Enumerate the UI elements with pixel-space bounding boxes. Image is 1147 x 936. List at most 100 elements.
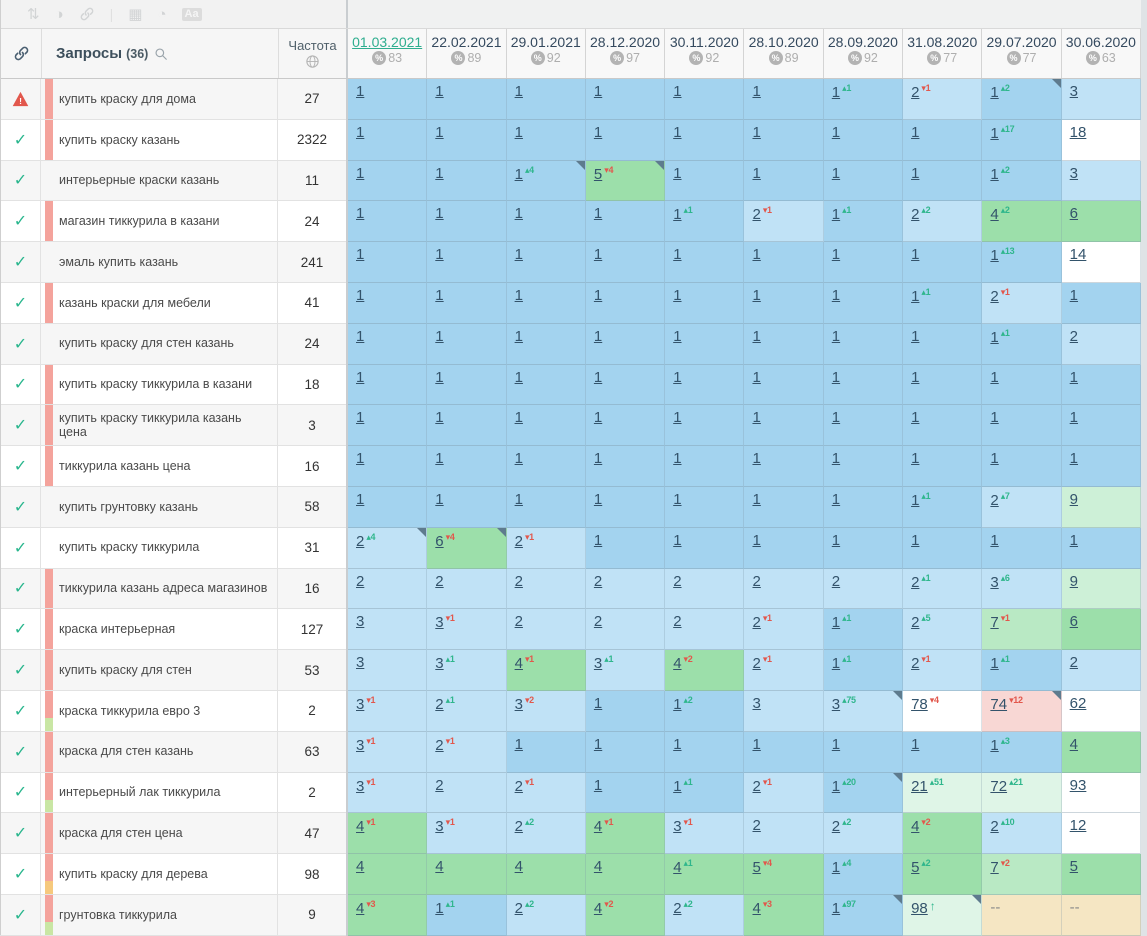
- position-cell[interactable]: 1: [427, 242, 506, 283]
- position-cell[interactable]: 1: [744, 446, 823, 487]
- date-column-header-31.08.2020[interactable]: 31.08.2020%77: [903, 29, 982, 78]
- position-link[interactable]: 1: [832, 287, 840, 304]
- position-link[interactable]: 1: [356, 165, 364, 182]
- position-cell[interactable]: 6: [1062, 201, 1141, 242]
- position-cell[interactable]: 1: [824, 120, 903, 161]
- position-link[interactable]: 2: [673, 900, 681, 917]
- position-link[interactable]: 4: [911, 818, 919, 835]
- position-link[interactable]: 1: [832, 450, 840, 467]
- position-cell[interactable]: 1: [665, 161, 744, 202]
- position-link[interactable]: 6: [1070, 205, 1078, 222]
- position-link[interactable]: 18: [1070, 124, 1087, 141]
- position-link[interactable]: 1: [435, 409, 443, 426]
- position-cell[interactable]: 1: [507, 120, 586, 161]
- position-cell[interactable]: 1: [348, 161, 427, 202]
- position-link[interactable]: 1: [752, 124, 760, 141]
- position-cell[interactable]: 1▴1: [427, 895, 506, 936]
- position-cell[interactable]: 3▴75: [824, 691, 903, 732]
- position-cell[interactable]: 93: [1062, 773, 1141, 814]
- position-cell[interactable]: 1: [903, 405, 982, 446]
- position-link[interactable]: 2: [356, 573, 364, 590]
- position-cell[interactable]: 2: [744, 813, 823, 854]
- query-text[interactable]: казань краски для мебели: [59, 296, 211, 310]
- query-text[interactable]: краска для стен цена: [59, 826, 183, 840]
- position-link[interactable]: 1: [515, 83, 523, 100]
- position-link[interactable]: 4: [356, 858, 364, 875]
- position-link[interactable]: 1: [594, 777, 602, 794]
- position-cell[interactable]: 3: [1062, 161, 1141, 202]
- position-cell[interactable]: 1: [903, 446, 982, 487]
- position-link[interactable]: 1: [911, 124, 919, 141]
- position-link[interactable]: 1: [435, 328, 443, 345]
- position-link[interactable]: 3: [356, 778, 364, 795]
- position-link[interactable]: 1: [435, 369, 443, 386]
- position-cell[interactable]: 2: [586, 569, 665, 610]
- position-cell[interactable]: 9: [1062, 569, 1141, 610]
- position-cell[interactable]: 1: [427, 487, 506, 528]
- position-cell[interactable]: 1: [507, 405, 586, 446]
- position-link[interactable]: 1: [990, 532, 998, 549]
- position-cell[interactable]: 98↑: [903, 895, 982, 936]
- position-link[interactable]: 1: [832, 778, 840, 795]
- position-link[interactable]: 1: [911, 246, 919, 263]
- position-link[interactable]: 2: [594, 573, 602, 590]
- position-cell[interactable]: 1: [744, 120, 823, 161]
- position-cell[interactable]: 2: [744, 569, 823, 610]
- position-cell[interactable]: 2: [586, 609, 665, 650]
- position-link[interactable]: 1: [752, 246, 760, 263]
- position-link[interactable]: 1: [673, 287, 681, 304]
- position-link[interactable]: 1: [832, 491, 840, 508]
- position-link[interactable]: 2: [832, 818, 840, 835]
- position-link[interactable]: 1: [832, 532, 840, 549]
- position-cell[interactable]: 1: [824, 732, 903, 773]
- position-link[interactable]: 1: [990, 84, 998, 101]
- position-link[interactable]: 2: [752, 573, 760, 590]
- position-cell[interactable]: 2▾1: [507, 773, 586, 814]
- position-link[interactable]: 1: [990, 125, 998, 142]
- position-link[interactable]: 3: [1070, 83, 1078, 100]
- position-link[interactable]: 1: [594, 83, 602, 100]
- position-link[interactable]: 1: [435, 287, 443, 304]
- position-link[interactable]: 1: [832, 859, 840, 876]
- position-link[interactable]: 1: [594, 491, 602, 508]
- position-link[interactable]: 1: [515, 246, 523, 263]
- check-icon[interactable]: ✓: [1, 365, 41, 406]
- position-link[interactable]: 4: [990, 206, 998, 223]
- position-cell[interactable]: 1: [586, 691, 665, 732]
- position-cell[interactable]: 1: [507, 79, 586, 120]
- position-cell[interactable]: 1: [744, 161, 823, 202]
- position-cell[interactable]: 4▾2: [586, 895, 665, 936]
- position-cell[interactable]: 1: [427, 161, 506, 202]
- position-link[interactable]: 3: [515, 696, 523, 713]
- position-cell[interactable]: 2: [1062, 324, 1141, 365]
- position-cell[interactable]: 1: [1062, 446, 1141, 487]
- position-cell[interactable]: 1: [507, 324, 586, 365]
- position-cell[interactable]: 1: [348, 446, 427, 487]
- position-link[interactable]: 1: [515, 409, 523, 426]
- text-style-icon[interactable]: Aa: [182, 8, 202, 21]
- position-link[interactable]: 4: [673, 859, 681, 876]
- position-cell[interactable]: 2▾1: [507, 528, 586, 569]
- position-cell[interactable]: 1: [824, 528, 903, 569]
- position-cell[interactable]: 1: [982, 446, 1061, 487]
- date-column-header-28.12.2020[interactable]: 28.12.2020%97: [586, 29, 665, 78]
- position-cell[interactable]: 2▴2: [507, 813, 586, 854]
- position-cell[interactable]: 2▴1: [427, 691, 506, 732]
- position-link[interactable]: 1: [515, 124, 523, 141]
- position-cell[interactable]: 1: [1062, 365, 1141, 406]
- position-cell[interactable]: 2▴5: [903, 609, 982, 650]
- position-cell[interactable]: 2▴2: [507, 895, 586, 936]
- position-cell[interactable]: 1: [744, 324, 823, 365]
- position-cell[interactable]: 1▴13: [982, 242, 1061, 283]
- position-cell[interactable]: 7▾2: [982, 854, 1061, 895]
- position-cell[interactable]: 1: [427, 201, 506, 242]
- position-cell[interactable]: 1: [982, 405, 1061, 446]
- position-link[interactable]: 3: [435, 818, 443, 835]
- position-link[interactable]: 2: [435, 777, 443, 794]
- position-cell[interactable]: 2: [507, 609, 586, 650]
- position-link[interactable]: 1: [435, 205, 443, 222]
- position-link[interactable]: 2: [1070, 328, 1078, 345]
- position-link[interactable]: 74: [990, 696, 1007, 713]
- position-link[interactable]: 1: [990, 655, 998, 672]
- check-icon[interactable]: ✓: [1, 773, 41, 814]
